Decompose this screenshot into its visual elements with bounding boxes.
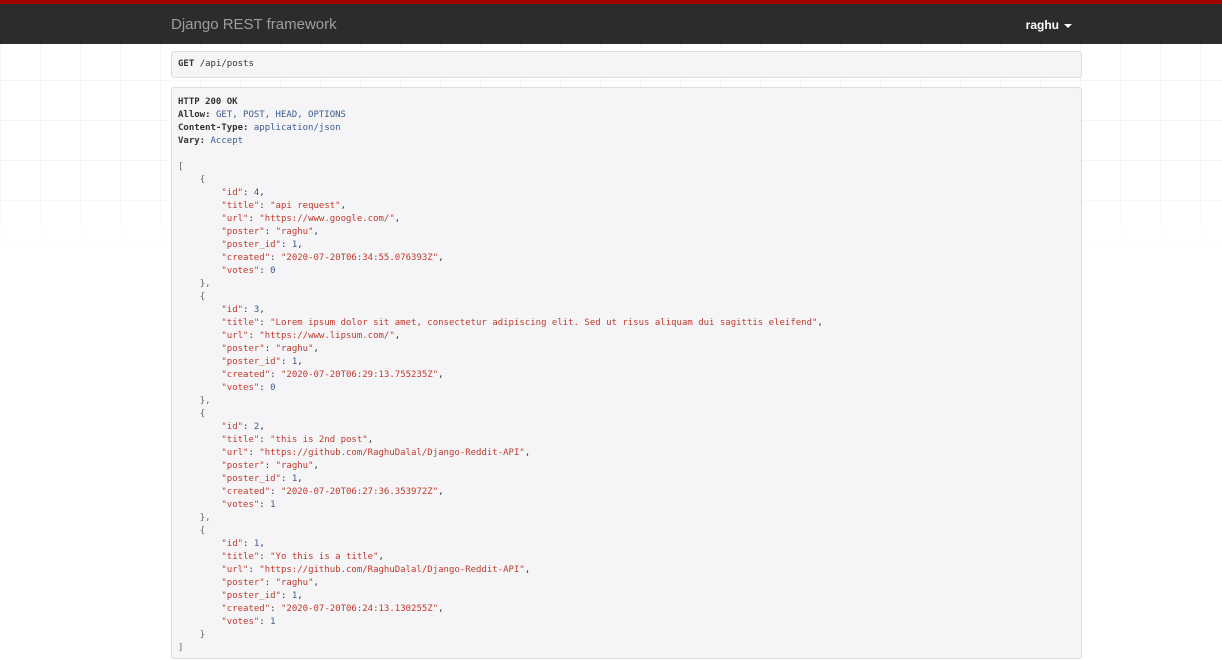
json-brace: },	[199, 396, 211, 406]
user-menu-dropdown[interactable]: raghu	[1026, 18, 1072, 32]
json-brace: {	[199, 409, 206, 419]
json-value-poster: "raghu"	[275, 578, 314, 588]
json-value-title: "api request"	[270, 201, 341, 211]
json-value-poster-id: 1	[291, 357, 298, 367]
json-value-created: "2020-07-20T06:27:36.353972Z"	[280, 487, 439, 497]
request-info: GET /api/posts	[171, 51, 1082, 78]
response-info: HTTP 200 OK Allow: GET, POST, HEAD, OPTI…	[171, 87, 1082, 659]
json-value-poster-id: 1	[291, 240, 298, 250]
brand-link[interactable]: Django REST framework	[171, 16, 337, 33]
navbar: Django REST framework raghu	[0, 0, 1222, 44]
json-value-id: 4	[253, 188, 260, 198]
json-value-url: "https://www.lipsum.com/"	[259, 331, 395, 341]
json-key: "poster"	[221, 461, 265, 471]
json-brace: }	[199, 630, 206, 640]
caret-down-icon	[1064, 23, 1072, 28]
json-bracket: [	[178, 162, 184, 172]
json-key: "poster"	[221, 227, 265, 237]
json-key: "id"	[221, 188, 244, 198]
json-brace: {	[199, 175, 206, 185]
json-value-poster: "raghu"	[275, 461, 314, 471]
json-value-created: "2020-07-20T06:24:13.130255Z"	[280, 604, 439, 614]
request-path: /api/posts	[199, 59, 254, 69]
json-value-votes: 1	[270, 617, 276, 627]
response-content: HTTP 200 OK Allow: GET, POST, HEAD, OPTI…	[178, 97, 823, 653]
user-name: raghu	[1025, 18, 1059, 32]
json-value-poster: "raghu"	[275, 227, 314, 237]
json-key: "url"	[221, 565, 249, 575]
json-key: "votes"	[221, 383, 260, 393]
json-key: "url"	[221, 448, 249, 458]
json-value-poster-id: 1	[291, 591, 298, 601]
header-value: Accept	[210, 136, 244, 146]
json-value-url: "https://github.com/RaghuDalal/Django-Re…	[259, 448, 525, 458]
json-value-url: "https://github.com/RaghuDalal/Django-Re…	[259, 565, 525, 575]
json-key: "poster_id"	[221, 591, 281, 601]
json-value-title: "Lorem ipsum dolor sit amet, consectetur…	[270, 318, 818, 328]
header-name: Allow:	[178, 110, 211, 120]
json-key: "title"	[221, 318, 260, 328]
json-value-created: "2020-07-20T06:29:13.755235Z"	[280, 370, 439, 380]
json-key: "created"	[221, 253, 271, 263]
request-method: GET	[178, 59, 195, 69]
request-line: GET /api/posts	[178, 59, 254, 69]
json-value-votes: 1	[270, 500, 276, 510]
json-key: "votes"	[221, 266, 260, 276]
json-value-title: "this is 2nd post"	[270, 435, 368, 445]
json-value-id: 2	[253, 422, 260, 432]
json-value-url: "https://www.google.com/"	[259, 214, 395, 224]
header-name: Vary:	[178, 136, 206, 146]
json-value-votes: 0	[270, 266, 276, 276]
json-key: "poster_id"	[221, 357, 281, 367]
json-key: "poster_id"	[221, 240, 281, 250]
json-brace: {	[199, 292, 206, 302]
json-value-id: 3	[253, 305, 260, 315]
json-key: "votes"	[221, 617, 260, 627]
json-key: "poster"	[221, 578, 265, 588]
header-name: Content-Type:	[178, 123, 249, 133]
json-value-poster-id: 1	[291, 474, 298, 484]
json-key: "title"	[221, 435, 260, 445]
header-value: GET, POST, HEAD, OPTIONS	[215, 110, 346, 120]
json-brace: {	[199, 526, 206, 536]
json-value-votes: 0	[270, 383, 276, 393]
json-key: "created"	[221, 370, 271, 380]
json-key: "url"	[221, 214, 249, 224]
json-key: "id"	[221, 422, 244, 432]
json-key: "title"	[221, 201, 260, 211]
json-key: "poster"	[221, 344, 265, 354]
json-key: "poster_id"	[221, 474, 281, 484]
json-brace: },	[199, 513, 211, 523]
json-bracket: ]	[178, 643, 184, 653]
json-value-id: 1	[253, 539, 260, 549]
json-key: "url"	[221, 331, 249, 341]
json-brace: },	[199, 279, 211, 289]
json-value-created: "2020-07-20T06:34:55.076393Z"	[280, 253, 439, 263]
json-value-poster: "raghu"	[275, 344, 314, 354]
json-key: "votes"	[221, 500, 260, 510]
json-key: "title"	[221, 552, 260, 562]
json-key: "created"	[221, 487, 271, 497]
json-key: "id"	[221, 305, 244, 315]
status-line: HTTP 200 OK	[178, 97, 238, 107]
json-key: "id"	[221, 539, 244, 549]
header-value: application/json	[253, 123, 341, 133]
json-key: "created"	[221, 604, 271, 614]
json-value-title: "Yo this is a title"	[270, 552, 379, 562]
